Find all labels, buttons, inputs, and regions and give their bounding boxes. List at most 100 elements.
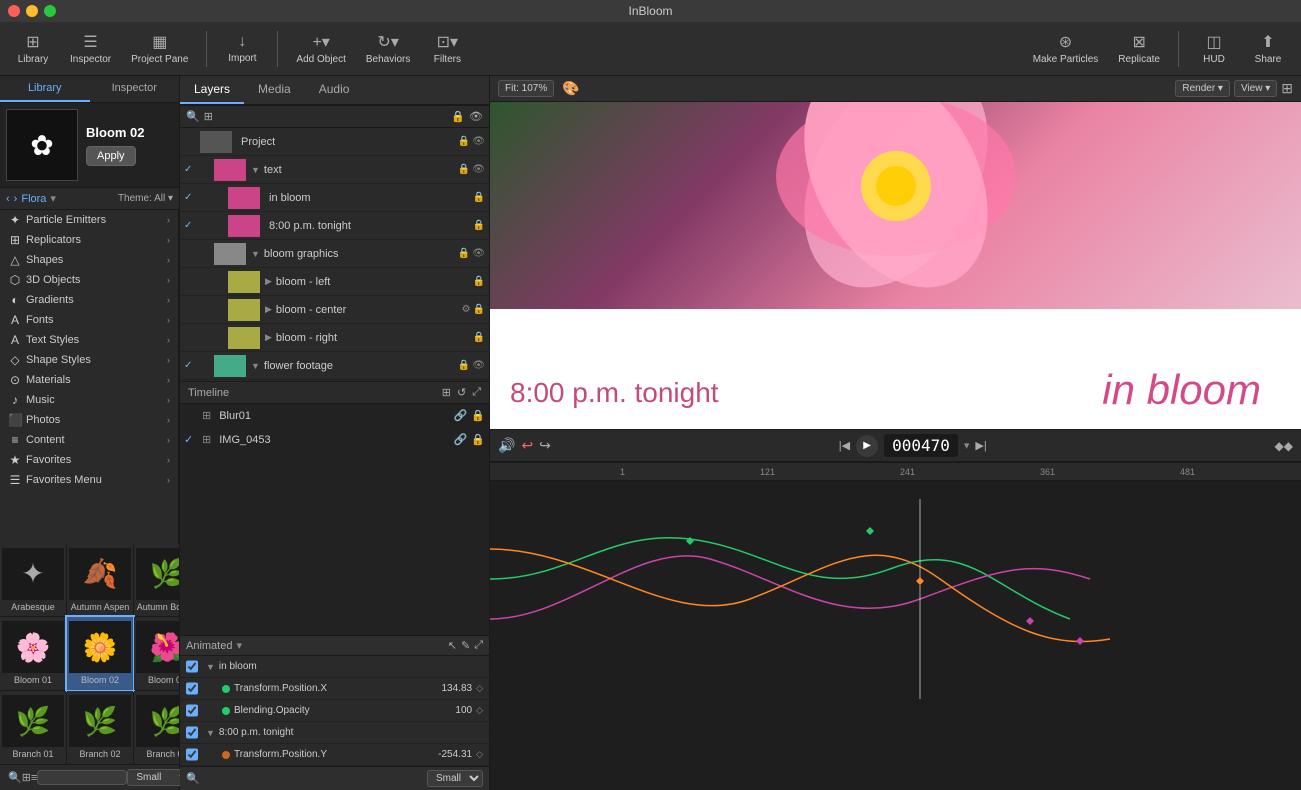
category-item[interactable]: ⬛ Photos › <box>0 410 178 430</box>
animated-row[interactable]: Transform.Position.X 134.83 ◇ <box>180 678 489 700</box>
fullscreen-button[interactable] <box>44 5 56 17</box>
undo-icon[interactable]: ↩ <box>521 437 533 454</box>
layer-row[interactable]: ▶ bloom - left 🔒 <box>180 268 489 296</box>
make-particles-button[interactable]: ⊛ Make Particles <box>1025 28 1107 69</box>
behaviors-button[interactable]: ↻▾ Behaviors <box>358 28 418 69</box>
category-item[interactable]: ✦ Particle Emitters › <box>0 210 178 230</box>
tab-layers[interactable]: Layers <box>180 76 244 104</box>
anim-expand-icon[interactable]: ▼ <box>206 728 215 738</box>
import-button[interactable]: ↓ Import <box>217 29 267 68</box>
keyframe-5[interactable] <box>1076 637 1084 645</box>
tl-loop-icon[interactable]: ↺ <box>457 386 466 399</box>
layer-row[interactable]: ✓ ▼ flower footage 🔒👁 <box>180 352 489 380</box>
layer-checkbox[interactable]: ✓ <box>184 192 198 203</box>
view-button[interactable]: View ▾ <box>1234 80 1277 97</box>
anim-checkbox[interactable] <box>186 682 198 695</box>
lib-grid-item[interactable]: 🍂 Autumn Aspen <box>67 544 133 617</box>
lib-grid-item[interactable]: 🌼 Bloom 02 <box>67 617 133 690</box>
layers-grid-icon[interactable]: ⊞ <box>204 110 213 123</box>
library-button[interactable]: ⊞ Library <box>8 28 58 69</box>
lib-grid-item[interactable]: ✦ Arabesque <box>0 544 66 617</box>
category-item[interactable]: ⬡ 3D Objects › <box>0 270 178 290</box>
keyframe-2[interactable] <box>866 527 874 535</box>
layer-row[interactable]: Project 🔒👁 <box>180 128 489 156</box>
layer-expand-icon[interactable]: ▼ <box>251 165 260 175</box>
redo-icon[interactable]: ↪ <box>539 437 551 454</box>
category-item[interactable]: A Fonts › <box>0 310 178 330</box>
layer-row[interactable]: ▶ bloom - right 🔒 <box>180 324 489 352</box>
lib-grid-item[interactable]: 🌿 Branch 02 <box>67 691 133 764</box>
timeline-row[interactable]: ⊞ Blur01 🔗 🔒 <box>180 404 489 428</box>
anim-checkbox[interactable] <box>186 748 198 761</box>
layer-checkbox[interactable]: ✓ <box>184 360 198 371</box>
layer-row[interactable]: ✓ ▼ text 🔒👁 <box>180 156 489 184</box>
category-item[interactable]: ♪ Music › <box>0 390 178 410</box>
nav-theme[interactable]: Theme: All ▾ <box>118 193 173 204</box>
keyframe-4[interactable] <box>916 577 924 585</box>
list-icon[interactable]: ⊞ <box>22 771 31 784</box>
inspector-button[interactable]: ☰ Inspector <box>62 28 119 69</box>
canvas-fit-label[interactable]: Fit: 107% <box>498 80 554 97</box>
layer-row[interactable]: ✓ 8:00 p.m. tonight 🔒 <box>180 212 489 240</box>
layer-expand-icon[interactable]: ▶ <box>265 304 272 315</box>
anim-checkbox[interactable] <box>186 660 198 673</box>
apply-button[interactable]: Apply <box>86 146 136 166</box>
layer-expand-icon[interactable]: ▼ <box>251 361 260 371</box>
category-item[interactable]: ◇ Shape Styles › <box>0 350 178 370</box>
play-button[interactable]: ▶ <box>856 435 878 457</box>
animated-row[interactable]: Transform.Position.Y -254.31 ◇ <box>180 744 489 766</box>
anim-size-select[interactable]: Small <box>427 770 483 787</box>
category-item[interactable]: A Text Styles › <box>0 330 178 350</box>
tl-expand-icon[interactable]: ⤢ <box>472 386 481 399</box>
filters-button[interactable]: ⊡▾ Filters <box>422 28 472 69</box>
nav-forward[interactable]: › <box>14 193 18 205</box>
minimize-button[interactable] <box>26 5 38 17</box>
lib-grid-item[interactable]: 🌿 Autumn Border <box>134 544 179 617</box>
layer-checkbox[interactable]: ✓ <box>184 220 198 231</box>
volume-icon[interactable]: 🔊 <box>498 437 515 454</box>
animated-row[interactable]: ▼ 8:00 p.m. tonight <box>180 722 489 744</box>
tab-inspector[interactable]: Inspector <box>90 76 180 102</box>
anim-checkbox[interactable] <box>186 704 198 717</box>
anim-expand-icon[interactable]: ▼ <box>206 662 215 672</box>
nav-back[interactable]: ‹ <box>6 193 10 205</box>
lib-grid-item[interactable]: 🌸 Bloom 01 <box>0 617 66 690</box>
anim-cursor-icon[interactable]: ↖ <box>448 639 457 652</box>
category-item[interactable]: ≡ Content › <box>0 430 178 450</box>
tab-audio[interactable]: Audio <box>305 76 364 104</box>
category-item[interactable]: ⊞ Replicators › <box>0 230 178 250</box>
anim-checkbox[interactable] <box>186 726 198 739</box>
animated-row[interactable]: ▼ in bloom <box>180 656 489 678</box>
tab-media[interactable]: Media <box>244 76 305 104</box>
anim-keyframe-icon[interactable]: ◇ <box>476 749 483 760</box>
anim-keyframe-icon[interactable]: ◇ <box>476 683 483 694</box>
anim-keyframe-icon[interactable]: ◇ <box>476 705 483 716</box>
skip-back-icon[interactable]: |◀ <box>839 439 850 452</box>
category-item[interactable]: △ Shapes › <box>0 250 178 270</box>
layer-row[interactable]: ▶ bloom - center ⚙🔒 <box>180 296 489 324</box>
anim-expand2-icon[interactable]: ⤢ <box>474 639 483 652</box>
add-object-button[interactable]: +▾ Add Object <box>288 28 353 69</box>
layer-expand-icon[interactable]: ▶ <box>265 332 272 343</box>
canvas-options-icon[interactable]: ⊞ <box>1281 80 1293 97</box>
canvas-color-icon[interactable]: 🎨 <box>562 80 579 97</box>
anim-pen-icon[interactable]: ✎ <box>461 639 470 652</box>
project-pane-button[interactable]: ▦ Project Pane <box>123 28 196 69</box>
close-button[interactable] <box>8 5 20 17</box>
layer-expand-icon[interactable]: ▼ <box>251 249 260 259</box>
layer-checkbox[interactable]: ✓ <box>184 164 198 175</box>
category-item[interactable]: ◐ Gradients › <box>0 290 178 310</box>
layer-row[interactable]: ✓ in bloom 🔒 <box>180 184 489 212</box>
skip-forward-icon[interactable]: ▶| <box>975 439 986 452</box>
animated-row[interactable]: Blending.Opacity 100 ◇ <box>180 700 489 722</box>
hud-button[interactable]: ◫ HUD <box>1189 28 1239 69</box>
window-controls[interactable] <box>8 5 56 17</box>
tab-library[interactable]: Library <box>0 76 90 102</box>
lib-grid-item[interactable]: 🌿 Branch 03 <box>134 691 179 764</box>
render-button[interactable]: Render ▾ <box>1175 80 1230 97</box>
replicate-button[interactable]: ⊠ Replicate <box>1110 28 1168 69</box>
search-input[interactable] <box>42 772 122 783</box>
lib-grid-item[interactable]: 🌺 Bloom 03 <box>134 617 179 690</box>
layer-row[interactable]: ▼ bloom graphics 🔒👁 <box>180 240 489 268</box>
category-item[interactable]: ★ Favorites › <box>0 450 178 470</box>
